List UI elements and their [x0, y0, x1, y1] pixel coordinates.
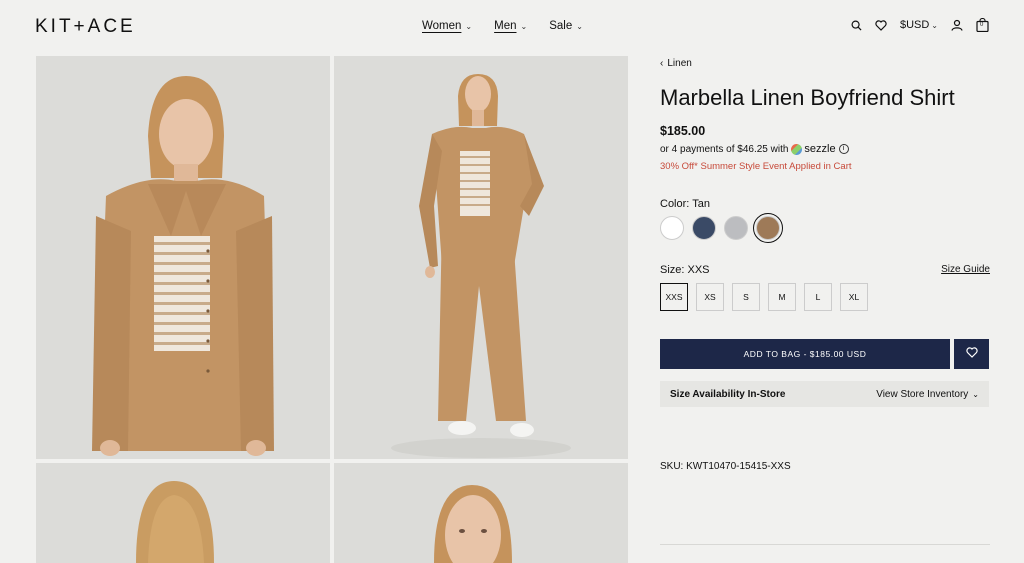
cta-row: ADD TO BAG - $185.00 USD: [660, 339, 990, 369]
promo-text: 30% Off* Summer Style Event Applied in C…: [660, 161, 852, 172]
sezzle-icon: [791, 143, 803, 155]
size-s[interactable]: S: [732, 283, 760, 311]
add-to-wishlist-button[interactable]: [954, 339, 989, 369]
size-xs[interactable]: XS: [696, 283, 724, 311]
header-actions: $USD ⌄ 0: [851, 18, 989, 32]
account-icon[interactable]: [951, 19, 963, 31]
cart-count: 0: [980, 22, 984, 28]
sezzle-label: sezzle: [804, 143, 836, 155]
size-xl[interactable]: XL: [840, 283, 868, 311]
chevron-down-icon: ⌄: [931, 20, 938, 30]
nav-women[interactable]: Women ⌄: [422, 20, 472, 32]
installments-text: or 4 payments of $46.25 with: [660, 143, 789, 155]
brand-logo[interactable]: KIT+ACE: [35, 16, 136, 38]
main-nav: Women ⌄ Men ⌄ Sale ⌄: [422, 20, 583, 32]
swatch-navy[interactable]: [692, 216, 716, 240]
nav-men-label: Men: [494, 20, 517, 32]
color-swatches: [660, 213, 990, 243]
heart-icon: [965, 345, 978, 363]
divider: [660, 544, 990, 545]
wishlist-heart-icon[interactable]: [875, 19, 887, 31]
size-options: XXS XS S M L XL: [660, 283, 990, 311]
product-image-detail[interactable]: [334, 463, 628, 563]
chevron-down-icon: ⌄: [465, 21, 473, 31]
nav-men[interactable]: Men ⌄: [494, 20, 527, 32]
nav-sale[interactable]: Sale ⌄: [549, 20, 583, 32]
view-store-inventory[interactable]: View Store Inventory ⌄: [876, 389, 979, 400]
breadcrumb-back[interactable]: ‹ Linen: [660, 58, 990, 69]
size-header: Size: XXS Size Guide: [660, 264, 990, 276]
breadcrumb-label: Linen: [667, 58, 692, 69]
currency-selector[interactable]: $USD ⌄: [900, 19, 938, 31]
cart-icon[interactable]: 0: [976, 18, 989, 32]
availability-label: Size Availability In-Store: [670, 388, 786, 400]
installments-info: or 4 payments of $46.25 with sezzle i: [660, 143, 990, 155]
add-to-bag-button[interactable]: ADD TO BAG - $185.00 USD: [660, 339, 950, 369]
color-label: Color: Tan: [660, 198, 710, 210]
swatch-tan[interactable]: [753, 213, 783, 243]
info-icon[interactable]: i: [838, 144, 849, 154]
product-image-front[interactable]: [36, 56, 330, 459]
chevron-down-icon: ⌄: [972, 389, 979, 399]
swatch-white[interactable]: [660, 216, 684, 240]
chevron-left-icon: ‹: [660, 58, 664, 69]
search-icon[interactable]: [851, 20, 862, 31]
product-sku: SKU: KWT10470-15415-XXS: [660, 461, 791, 472]
size-guide-link[interactable]: Size Guide: [941, 264, 990, 276]
size-label: Size: XXS: [660, 264, 710, 276]
size-l[interactable]: L: [804, 283, 832, 311]
site-header: KIT+ACE Women ⌄ Men ⌄ Sale ⌄ $USD ⌄ 0: [0, 0, 1024, 54]
store-availability[interactable]: Size Availability In-Store View Store In…: [660, 381, 989, 407]
swatch-grey[interactable]: [724, 216, 748, 240]
size-xxs[interactable]: XXS: [660, 283, 688, 311]
sezzle-logo[interactable]: sezzle: [791, 143, 836, 155]
view-store-inventory-label: View Store Inventory: [876, 388, 969, 400]
chevron-down-icon: ⌄: [576, 21, 583, 31]
chevron-down-icon: ⌄: [520, 21, 528, 31]
nav-sale-label: Sale: [549, 20, 573, 32]
nav-women-label: Women: [422, 20, 462, 32]
product-price: $185.00: [660, 124, 706, 138]
currency-label: $USD: [899, 19, 930, 31]
product-image-fullbody[interactable]: [334, 56, 628, 459]
product-panel: ‹ Linen Marbella Linen Boyfriend Shirt $…: [660, 56, 990, 472]
product-title: Marbella Linen Boyfriend Shirt: [660, 85, 955, 110]
product-image-back[interactable]: [36, 463, 330, 563]
size-m[interactable]: M: [768, 283, 796, 311]
